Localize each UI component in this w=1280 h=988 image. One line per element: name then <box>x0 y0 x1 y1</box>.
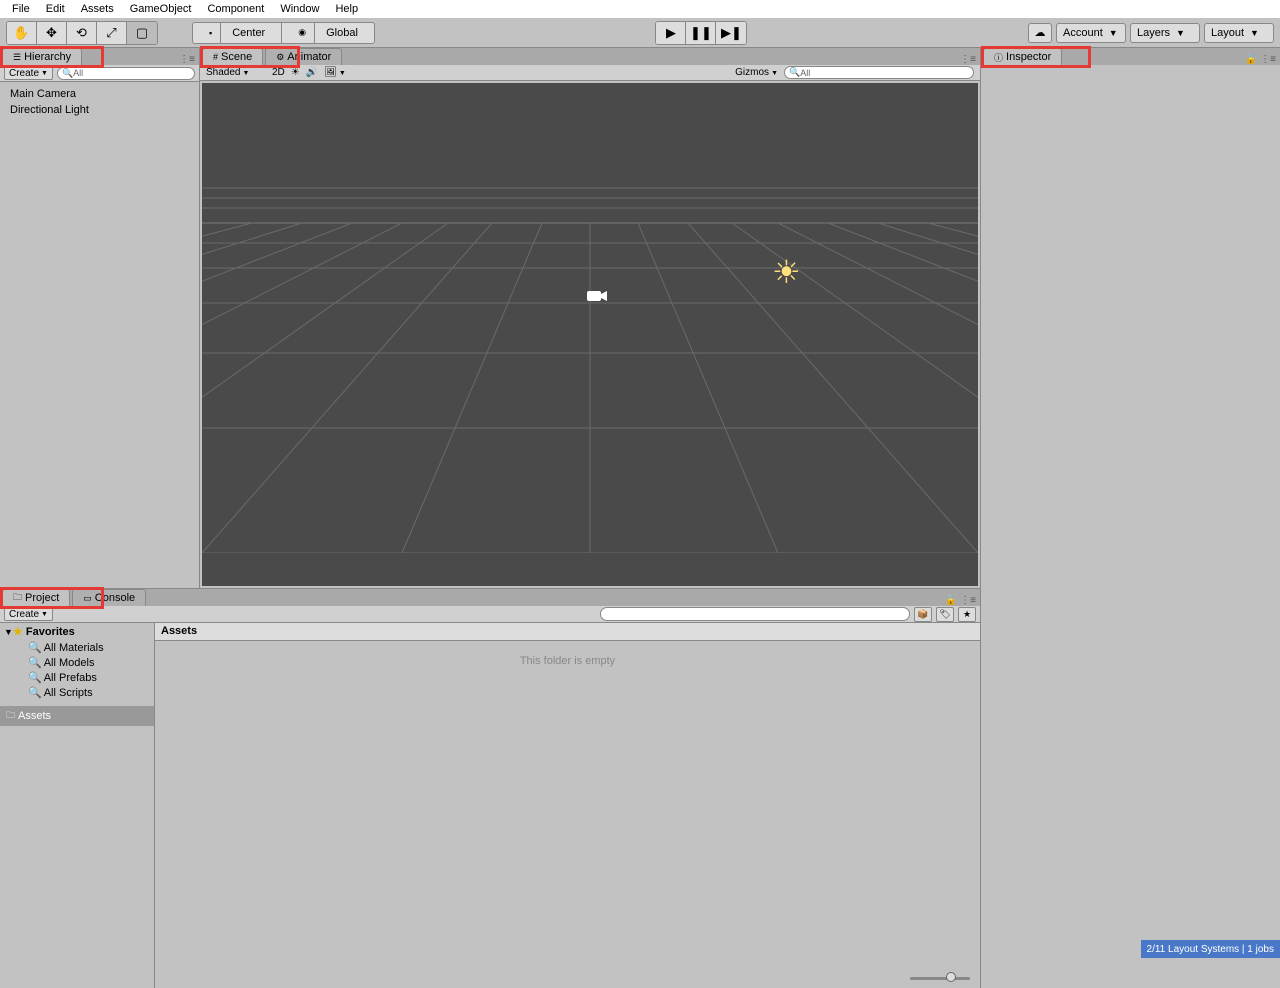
layers-dropdown[interactable]: Layers▼ <box>1130 23 1200 43</box>
play-button[interactable]: ▶ <box>656 22 686 44</box>
menu-gameobject[interactable]: GameObject <box>122 1 200 17</box>
hierarchy-panel: ☰ Hierarchy ⋮≡ Create 🔍All Main Camera D… <box>0 48 200 588</box>
fav-all-prefabs[interactable]: 🔍All Prefabs <box>0 670 154 685</box>
toggle-audio[interactable]: 🔊 <box>306 67 318 78</box>
scale-tool[interactable]: ⤢ <box>97 22 127 44</box>
hand-tool[interactable]: ✋ <box>7 22 37 44</box>
hierarchy-item-main-camera[interactable]: Main Camera <box>10 86 189 102</box>
project-search[interactable] <box>600 607 910 621</box>
list-icon: ☰ <box>13 52 21 63</box>
menu-window[interactable]: Window <box>272 1 327 17</box>
scene-panel: # Scene ⚙ Animator ⋮≡ Shaded 2D ☀ 🔊 🖼 Gi… <box>200 48 980 588</box>
tab-inspector[interactable]: ⓘ Inspector <box>983 48 1062 65</box>
layout-dropdown[interactable]: Layout▼ <box>1204 23 1274 43</box>
thumbnail-size-slider[interactable] <box>910 972 970 984</box>
menu-help[interactable]: Help <box>327 1 366 17</box>
gizmos-dropdown[interactable]: Gizmos <box>735 67 778 78</box>
breadcrumb[interactable]: Assets <box>155 623 980 641</box>
assets-folder[interactable]: 🗀Assets <box>0 706 154 726</box>
rect-tool[interactable]: ▢ <box>127 22 157 44</box>
panel-menu-icon[interactable]: ⋮≡ <box>179 54 195 65</box>
directional-light-gizmo[interactable]: ☀ <box>772 253 801 291</box>
tab-console[interactable]: ▭ Console <box>72 589 146 606</box>
info-icon: ⓘ <box>994 51 1003 64</box>
menu-bar: File Edit Assets GameObject Component Wi… <box>0 0 1280 18</box>
camera-gizmo[interactable] <box>587 288 609 309</box>
rotate-tool[interactable]: ⟲ <box>67 22 97 44</box>
console-icon: ▭ <box>83 593 92 604</box>
scene-icon: # <box>213 52 218 62</box>
inspector-panel: ⓘ Inspector 🔒 ⋮≡ <box>980 48 1280 588</box>
favorites-folder[interactable]: ▼★ Favorites <box>0 623 154 640</box>
tab-scene[interactable]: # Scene <box>202 48 263 65</box>
fav-all-scripts[interactable]: 🔍All Scripts <box>0 685 154 700</box>
empty-folder-label: This folder is empty <box>155 641 980 681</box>
hierarchy-item-directional-light[interactable]: Directional Light <box>10 102 189 118</box>
hierarchy-list: Main Camera Directional Light <box>0 82 199 588</box>
toggle-2d[interactable]: 2D <box>272 67 285 78</box>
move-tool[interactable]: ✥ <box>37 22 67 44</box>
account-dropdown[interactable]: Account▼ <box>1056 23 1126 43</box>
status-bar: 2/11 Layout Systems | 1 jobs <box>1141 940 1280 958</box>
project-tree: ▼★ Favorites 🔍All Materials 🔍All Models … <box>0 623 155 988</box>
toggle-fx[interactable]: 🖼 <box>324 67 346 78</box>
project-panel: 🗀 Project ▭ Console 🔒 ⋮≡ Create 📦 🏷 ★ ▼★… <box>0 588 980 988</box>
menu-file[interactable]: File <box>4 1 38 17</box>
toolbar: ✋ ✥ ⟲ ⤢ ▢ ▪︎Center ◉Global ▶ ❚❚ ▶❚ ☁ Acc… <box>0 18 1280 48</box>
scene-viewport[interactable]: ☀ <box>202 83 978 586</box>
hierarchy-create-dropdown[interactable]: Create <box>4 66 53 80</box>
project-create-dropdown[interactable]: Create <box>4 607 53 621</box>
lock-icon[interactable]: 🔒 ⋮≡ <box>945 595 976 606</box>
menu-component[interactable]: Component <box>199 1 272 17</box>
cloud-button[interactable]: ☁ <box>1028 23 1052 43</box>
filter-asset-button[interactable]: 📦 <box>914 607 932 622</box>
hierarchy-search[interactable]: 🔍All <box>57 67 195 80</box>
pivot-center[interactable]: ▪︎Center <box>193 23 282 43</box>
play-controls: ▶ ❚❚ ▶❚ <box>655 21 747 45</box>
pause-button[interactable]: ❚❚ <box>686 22 716 44</box>
project-content: Assets This folder is empty <box>155 623 980 988</box>
pivot-global[interactable]: ◉Global <box>282 23 374 43</box>
tab-project[interactable]: 🗀 Project <box>2 589 70 606</box>
inspector-lower <box>980 588 1280 988</box>
panel-menu-icon[interactable]: ⋮≡ <box>960 54 976 65</box>
filter-label-button[interactable]: 🏷 <box>936 607 954 622</box>
tab-animator[interactable]: ⚙ Animator <box>265 48 342 65</box>
tab-hierarchy[interactable]: ☰ Hierarchy <box>2 48 82 65</box>
animator-icon: ⚙ <box>276 52 284 63</box>
shading-mode-dropdown[interactable]: Shaded <box>206 67 266 78</box>
favorite-button[interactable]: ★ <box>958 607 976 622</box>
toggle-lighting[interactable]: ☀ <box>291 67 300 78</box>
fav-all-materials[interactable]: 🔍All Materials <box>0 640 154 655</box>
folder-icon: 🗀 <box>13 590 22 606</box>
lock-icon[interactable]: 🔒 ⋮≡ <box>1245 54 1276 65</box>
menu-edit[interactable]: Edit <box>38 1 73 17</box>
scene-search[interactable]: 🔍All <box>784 66 974 79</box>
menu-assets[interactable]: Assets <box>73 1 122 17</box>
transform-tools: ✋ ✥ ⟲ ⤢ ▢ <box>6 21 158 45</box>
fav-all-models[interactable]: 🔍All Models <box>0 655 154 670</box>
step-button[interactable]: ▶❚ <box>716 22 746 44</box>
pivot-handle[interactable]: ▪︎Center ◉Global <box>192 22 375 44</box>
